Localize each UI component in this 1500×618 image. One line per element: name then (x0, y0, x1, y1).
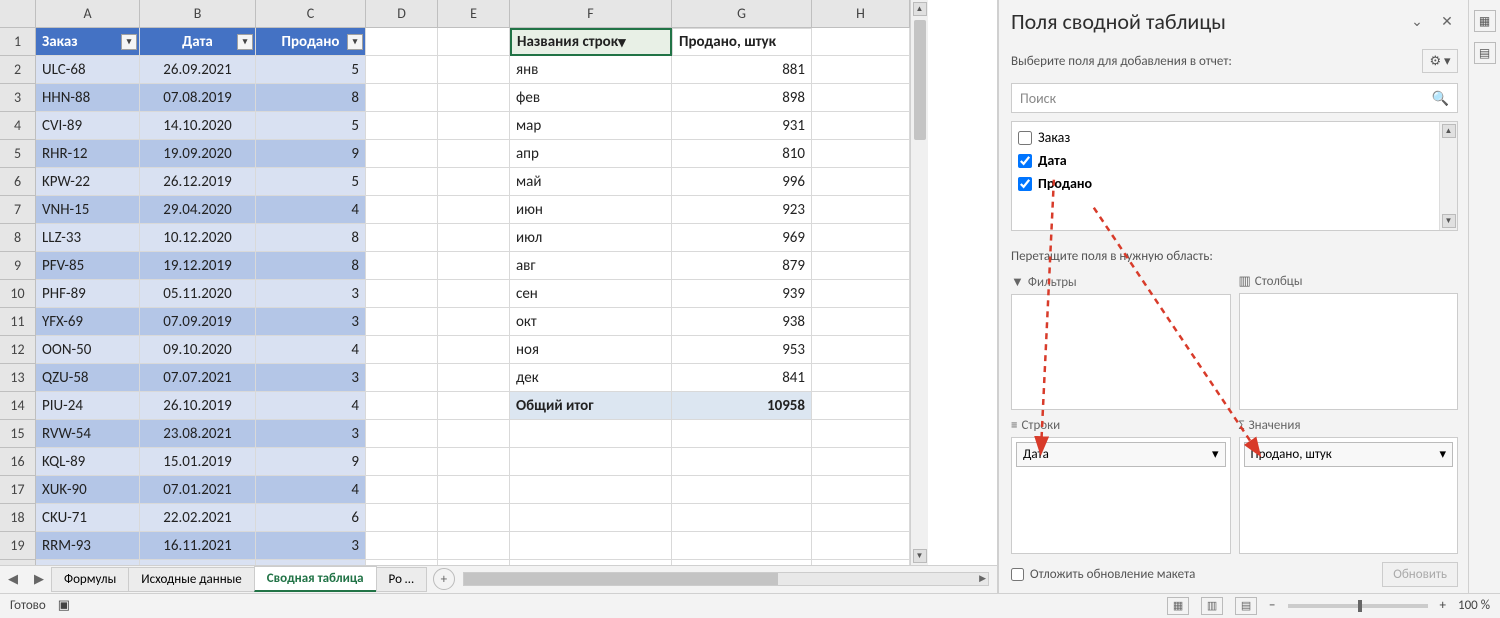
field-label-order: Заказ (1038, 129, 1070, 146)
tab-formulas[interactable]: Формулы (51, 567, 129, 592)
tab-nav-next-icon[interactable]: ▶ (26, 572, 52, 587)
tab-nav-prev-icon[interactable]: ◀ (0, 572, 26, 587)
field-checkbox-date[interactable] (1018, 154, 1032, 168)
defer-label: Отложить обновление макета (1030, 567, 1195, 582)
chip-values-sold[interactable]: Продано, штук▾ (1244, 442, 1454, 467)
pivot-fields-panel: Поля сводной таблицы ⌄ ✕ Выберите поля д… (998, 0, 1468, 593)
zoom-out-icon[interactable]: − (1269, 598, 1275, 613)
panel-title: Поля сводной таблицы (1011, 8, 1398, 35)
view-normal-icon[interactable]: ▦ (1167, 597, 1189, 615)
area-columns[interactable] (1239, 293, 1459, 410)
field-list: Заказ Дата Продано ▲ ▼ (1011, 121, 1458, 231)
close-icon[interactable]: ✕ (1436, 11, 1458, 33)
status-bar: Готово ▣ ▦ ▥ ▤ − + 100 % (0, 593, 1500, 618)
spreadsheet-grid[interactable]: ABCDEFGH1Заказ▾Дата▾Продано▾Названия стр… (0, 0, 910, 565)
table-header-c[interactable]: Продано▾ (256, 28, 366, 56)
chevron-down-icon[interactable]: ⌄ (1406, 11, 1428, 33)
columns-icon: ▥ (1239, 274, 1251, 289)
area-label-columns: Столбцы (1255, 274, 1303, 289)
sheet-tabs: ◀ ▶ Формулы Исходные данные Сводная табл… (0, 565, 997, 593)
horizontal-scrollbar[interactable]: ◀ ▶ (463, 572, 989, 586)
table-header-b[interactable]: Дата▾ (140, 28, 256, 56)
area-rows[interactable]: Дата▾ (1011, 437, 1231, 554)
drag-hint: Перетащите поля в нужную область: (1011, 249, 1458, 264)
zoom-in-icon[interactable]: + (1440, 598, 1446, 613)
search-placeholder: Поиск (1020, 90, 1056, 107)
side-palette-icon[interactable]: ▦ (1474, 10, 1496, 32)
pivot-value-header: Продано, штук (672, 28, 812, 56)
chip-rows-date[interactable]: Дата▾ (1016, 442, 1226, 467)
view-page-break-icon[interactable]: ▤ (1235, 597, 1257, 615)
scroll-up-icon[interactable]: ▲ (913, 2, 927, 16)
table-header-a[interactable]: Заказ▾ (36, 28, 140, 56)
pivot-row-dropdown-icon[interactable]: ▾ (618, 33, 626, 52)
scrollbar-thumb[interactable] (914, 20, 926, 140)
field-label-sold: Продано (1038, 175, 1092, 192)
zoom-slider[interactable] (1288, 604, 1428, 608)
side-format-icon[interactable]: ▤ (1474, 42, 1496, 64)
fieldlist-scroll-up-icon[interactable]: ▲ (1442, 124, 1456, 138)
pivot-row-header[interactable]: Названия строк▾ (510, 28, 672, 56)
filter-dropdown-icon[interactable]: ▾ (347, 34, 363, 50)
status-ready: Готово (10, 598, 46, 613)
area-label-values: Значения (1248, 418, 1300, 433)
vertical-scrollbar[interactable]: ▲ ▼ (910, 0, 928, 565)
search-input[interactable]: Поиск 🔍 (1011, 83, 1458, 113)
fieldlist-scroll-down-icon[interactable]: ▼ (1442, 214, 1456, 228)
gear-icon[interactable]: ⚙ ▾ (1422, 49, 1458, 73)
area-label-filters: Фильтры (1028, 275, 1077, 290)
area-filters[interactable] (1011, 294, 1231, 410)
panel-subtitle: Выберите поля для добавления в отчет: (1011, 54, 1232, 69)
field-label-date: Дата (1038, 152, 1067, 169)
rows-icon: ≡ (1011, 418, 1017, 433)
new-sheet-button[interactable]: + (433, 568, 455, 590)
update-button[interactable]: Обновить (1382, 562, 1458, 587)
scroll-down-icon[interactable]: ▼ (913, 549, 927, 563)
filter-dropdown-icon[interactable]: ▾ (237, 34, 253, 50)
filter-dropdown-icon[interactable]: ▾ (121, 34, 137, 50)
tab-source-data[interactable]: Исходные данные (128, 567, 255, 592)
area-label-rows: Строки (1021, 418, 1060, 433)
field-checkbox-order[interactable] (1018, 131, 1032, 145)
tab-pivot-table[interactable]: Сводная таблица (254, 566, 377, 592)
tab-ro[interactable]: Ро … (376, 567, 427, 592)
area-values[interactable]: Продано, штук▾ (1239, 437, 1459, 554)
values-icon: Σ (1239, 418, 1245, 433)
view-page-layout-icon[interactable]: ▥ (1201, 597, 1223, 615)
filter-icon: ▼ (1011, 274, 1024, 290)
side-strip: ▦ ▤ (1468, 0, 1500, 593)
record-macro-icon[interactable]: ▣ (58, 598, 70, 613)
field-checkbox-sold[interactable] (1018, 177, 1032, 191)
zoom-level: 100 % (1458, 598, 1490, 613)
search-icon: 🔍 (1432, 90, 1449, 107)
defer-checkbox[interactable] (1011, 568, 1024, 581)
